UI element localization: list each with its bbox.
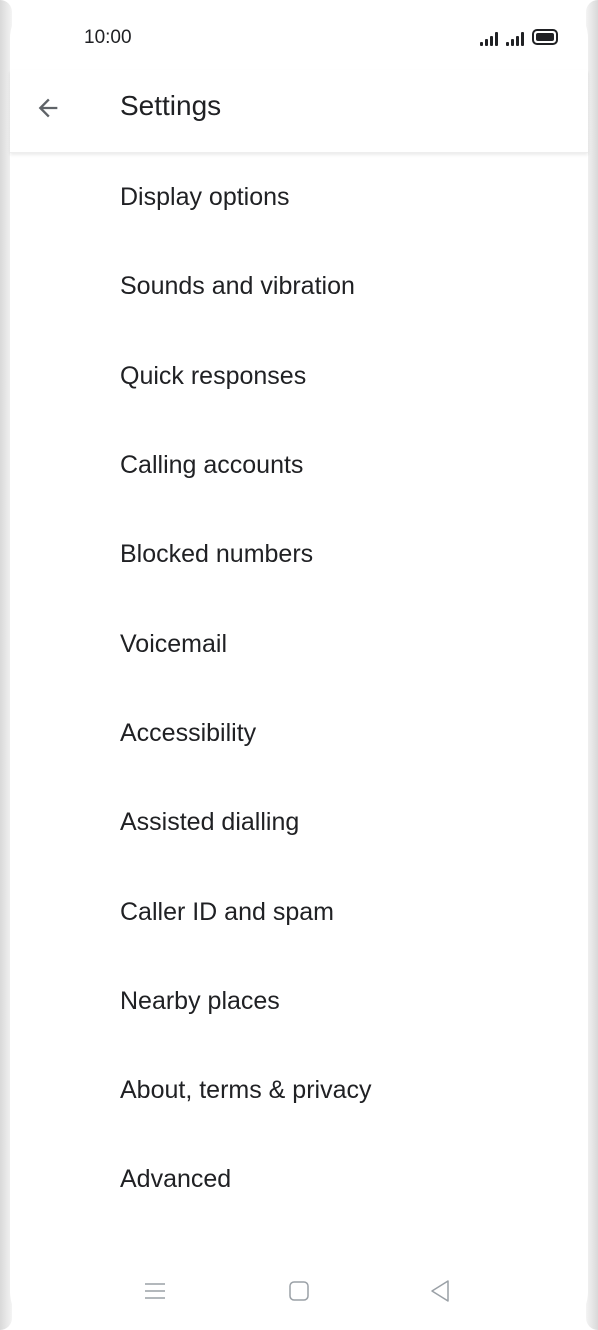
settings-item-nearby-places[interactable]: Nearby places [10,957,588,1046]
battery-icon [532,29,558,45]
home-icon [289,1281,309,1301]
status-bar: 10:00 [10,0,588,70]
screen: 10:00 Settings Display options Sounds an… [10,0,588,1330]
settings-list: Display options Sounds and vibration Qui… [10,153,588,1225]
settings-item-label: Sounds and vibration [120,272,355,301]
settings-item-label: Blocked numbers [120,540,314,569]
settings-item-calling-accounts[interactable]: Calling accounts [10,421,588,510]
settings-item-label: Quick responses [120,361,307,390]
back-triangle-icon [431,1280,449,1302]
settings-item-label: Display options [120,183,290,212]
back-arrow-icon [38,98,58,118]
home-button[interactable] [279,1271,319,1311]
recents-button[interactable] [135,1271,175,1311]
signal-icon-2 [506,30,524,46]
system-nav-bar [10,1255,588,1330]
back-button[interactable] [28,88,68,128]
status-time: 10:00 [84,27,132,48]
settings-item-label: Advanced [120,1165,232,1194]
settings-item-sounds-vibration[interactable]: Sounds and vibration [10,242,588,331]
settings-item-voicemail[interactable]: Voicemail [10,599,588,688]
settings-item-quick-responses[interactable]: Quick responses [10,332,588,421]
status-icons [480,28,558,46]
page-title: Settings [120,90,222,121]
settings-item-label: Calling accounts [120,451,304,480]
settings-item-label: Caller ID and spam [120,897,334,926]
settings-item-assisted-dialling[interactable]: Assisted dialling [10,778,588,867]
settings-item-label: Assisted dialling [120,808,300,837]
settings-item-label: About, terms & privacy [120,1076,372,1105]
settings-item-label: Voicemail [120,629,227,658]
settings-item-label: Nearby places [120,986,280,1015]
settings-item-advanced[interactable]: Advanced [10,1135,588,1224]
settings-item-blocked-numbers[interactable]: Blocked numbers [10,510,588,599]
signal-icon [480,30,498,46]
settings-item-label: Accessibility [120,718,257,747]
settings-item-accessibility[interactable]: Accessibility [10,689,588,778]
system-back-button[interactable] [420,1271,460,1311]
settings-item-caller-id-spam[interactable]: Caller ID and spam [10,867,588,956]
menu-icon [145,1283,165,1299]
settings-item-display-options[interactable]: Display options [10,153,588,242]
settings-item-about-terms-privacy[interactable]: About, terms & privacy [10,1046,588,1135]
app-bar: Settings [10,70,588,153]
